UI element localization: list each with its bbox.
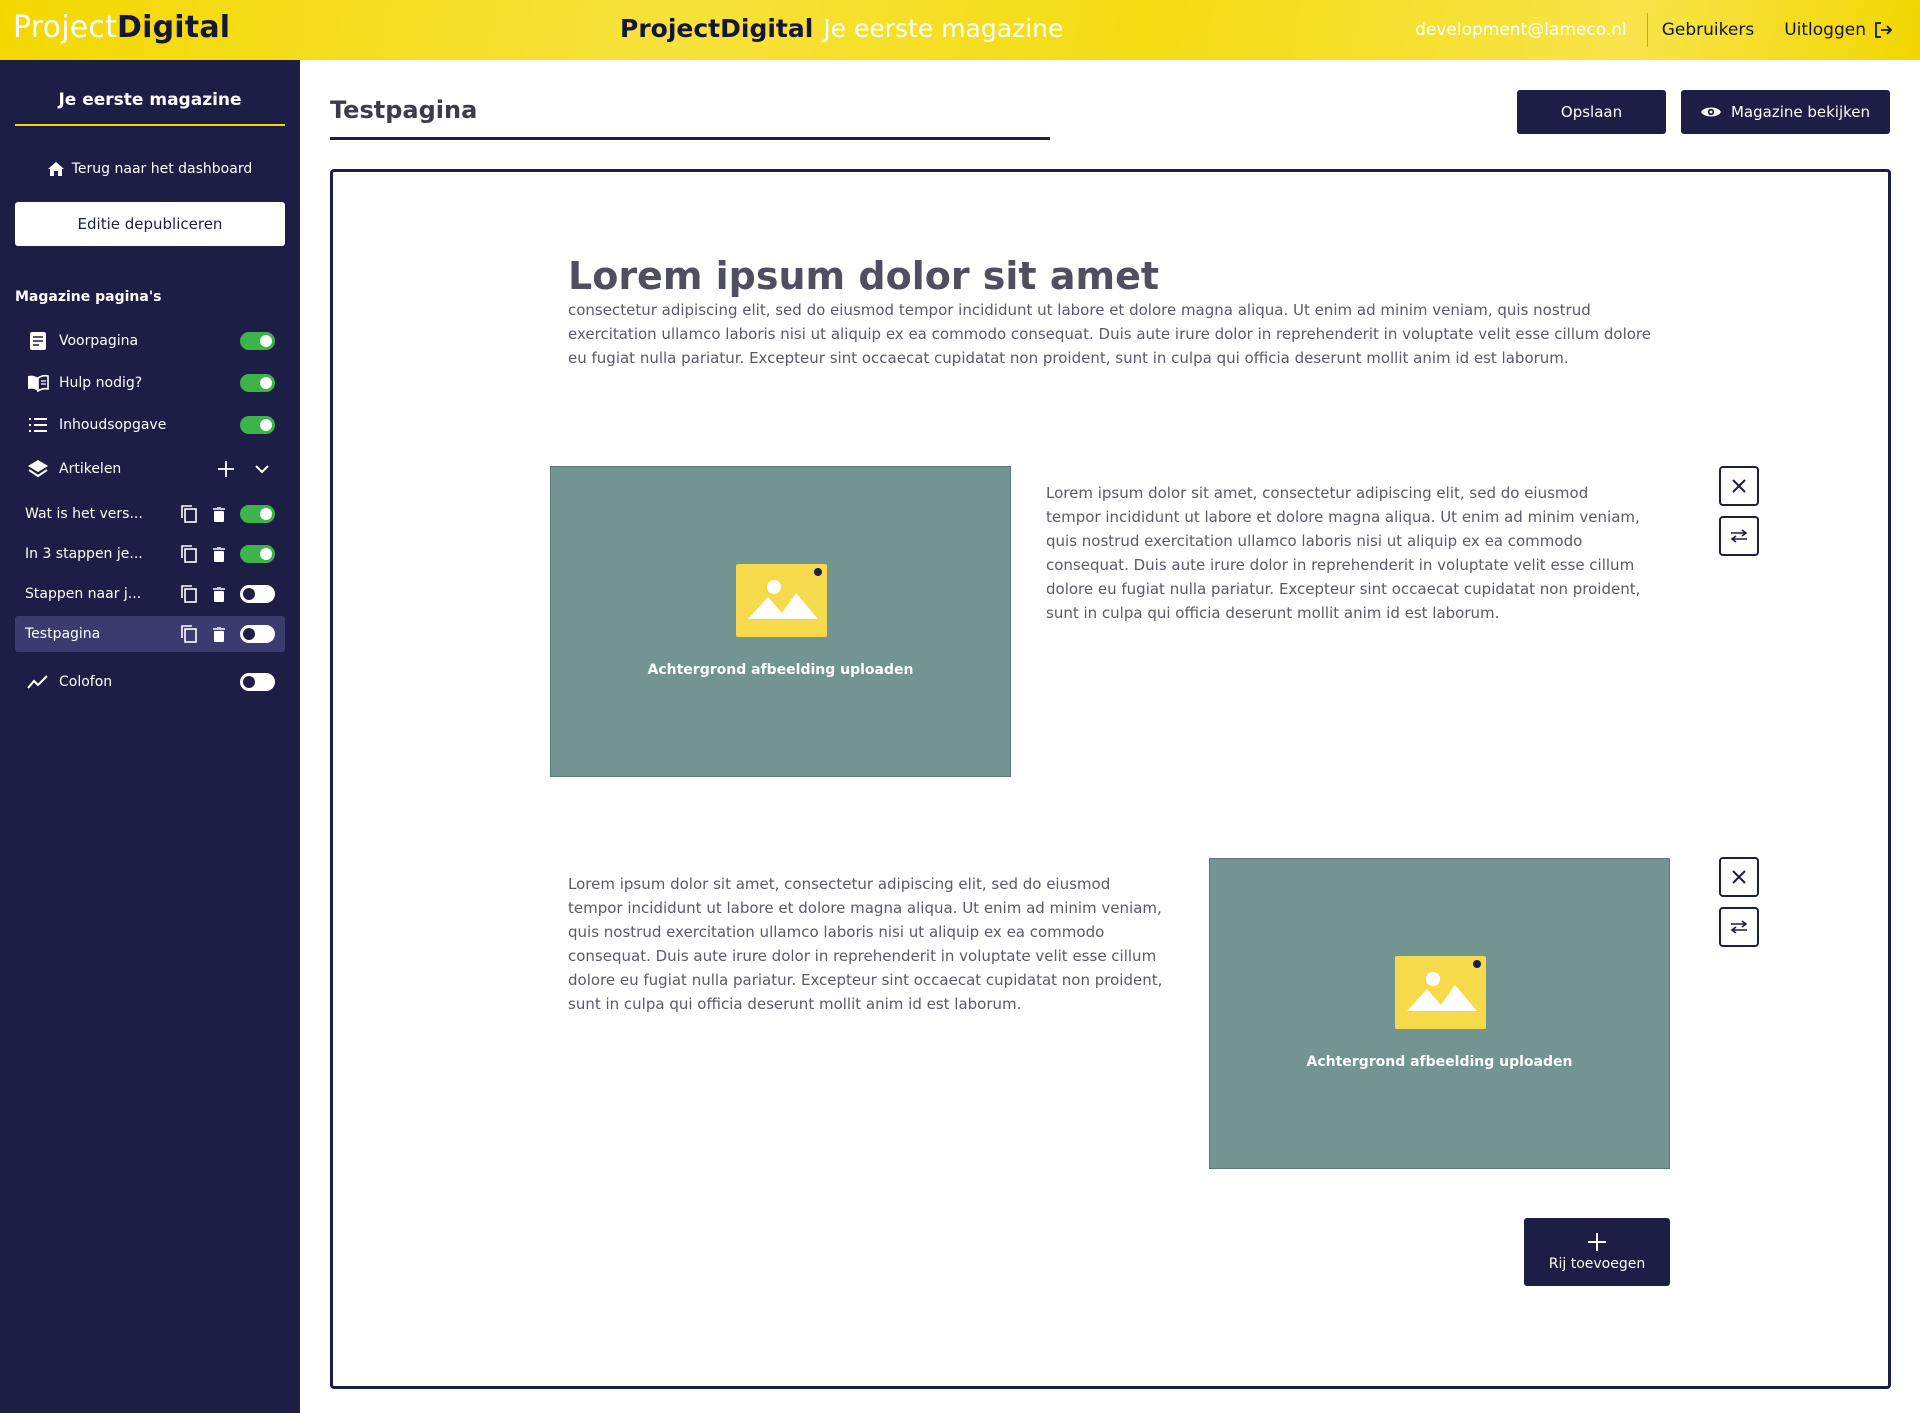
article-item[interactable]: Wat is het vers... bbox=[15, 496, 285, 532]
sidebar-item-voorpagina[interactable]: Voorpagina bbox=[15, 323, 285, 359]
upload-caption: Achtergrond afbeelding uploaden bbox=[647, 662, 914, 678]
article-item-active[interactable]: Testpagina bbox=[15, 616, 285, 652]
sidebar-item-colofon[interactable]: Colofon bbox=[15, 664, 285, 700]
trash-icon[interactable] bbox=[210, 544, 228, 564]
layers-icon bbox=[25, 459, 51, 479]
image-upload-block[interactable]: Achtergrond afbeelding uploaden bbox=[1209, 858, 1670, 1169]
brand-light: Project bbox=[13, 10, 118, 45]
row-text[interactable]: Lorem ipsum dolor sit amet, consectetur … bbox=[568, 872, 1168, 1016]
sidebar-item-label: Voorpagina bbox=[59, 333, 139, 349]
app-title-light: Je eerste magazine bbox=[823, 14, 1064, 43]
visibility-toggle[interactable] bbox=[240, 585, 275, 603]
app-title: ProjectDigital Je eerste magazine bbox=[620, 14, 1063, 43]
back-to-dashboard-link[interactable]: Terug naar het dashboard bbox=[15, 161, 285, 177]
sidebar-item-label: Artikelen bbox=[59, 461, 122, 477]
add-row-button[interactable]: Rij toevoegen bbox=[1524, 1218, 1670, 1286]
copy-icon[interactable] bbox=[180, 584, 198, 604]
logout-label: Uitloggen bbox=[1784, 20, 1866, 40]
content-intro[interactable]: consectetur adipiscing elit, sed do eius… bbox=[568, 298, 1668, 370]
visibility-toggle[interactable] bbox=[240, 416, 275, 434]
article-label: Stappen naar j... bbox=[25, 586, 142, 602]
sidebar-lower bbox=[0, 913, 300, 1413]
copy-icon[interactable] bbox=[180, 504, 198, 524]
sidebar-item-hulp[interactable]: Hulp nodig? bbox=[15, 365, 285, 401]
brand-bold: Digital bbox=[117, 10, 231, 45]
article-label: Wat is het vers... bbox=[25, 506, 143, 522]
visibility-toggle[interactable] bbox=[240, 505, 275, 523]
sidebar-item-label: Hulp nodig? bbox=[59, 375, 143, 391]
logout-icon bbox=[1875, 22, 1892, 38]
add-article-icon[interactable] bbox=[217, 459, 235, 479]
sidebar-item-label: Inhoudsopgave bbox=[59, 417, 167, 433]
app-logo[interactable]: ProjectDigital bbox=[13, 10, 230, 45]
sidebar-item-label: Colofon bbox=[59, 674, 113, 690]
remove-row-button[interactable] bbox=[1719, 857, 1759, 897]
visibility-toggle[interactable] bbox=[240, 374, 275, 392]
logout-link[interactable]: Uitloggen bbox=[1768, 20, 1920, 40]
unpublish-button[interactable]: Editie depubliceren bbox=[15, 202, 285, 246]
swap-row-button[interactable] bbox=[1719, 516, 1759, 556]
article-item[interactable]: In 3 stappen je... bbox=[15, 536, 285, 572]
image-upload-block[interactable]: Achtergrond afbeelding uploaden bbox=[550, 466, 1011, 777]
content-heading[interactable]: Lorem ipsum dolor sit amet bbox=[568, 254, 1159, 298]
users-link[interactable]: Gebruikers bbox=[1648, 13, 1768, 47]
page-title: Testpagina bbox=[330, 96, 478, 124]
copy-icon[interactable] bbox=[180, 624, 198, 644]
app-title-bold: ProjectDigital bbox=[620, 14, 814, 43]
close-icon bbox=[1732, 479, 1746, 493]
trash-icon[interactable] bbox=[210, 584, 228, 604]
visibility-toggle[interactable] bbox=[240, 545, 275, 563]
trash-icon[interactable] bbox=[210, 504, 228, 524]
remove-row-button[interactable] bbox=[1719, 466, 1759, 506]
article-item[interactable]: Stappen naar j... bbox=[15, 576, 285, 612]
image-icon bbox=[1395, 956, 1486, 1029]
visibility-toggle[interactable] bbox=[240, 332, 275, 350]
swap-row-button[interactable] bbox=[1719, 907, 1759, 947]
copy-icon[interactable] bbox=[180, 544, 198, 564]
swap-icon bbox=[1730, 920, 1748, 934]
add-row-label: Rij toevoegen bbox=[1548, 1256, 1646, 1272]
visibility-toggle[interactable] bbox=[240, 673, 275, 691]
user-email: development@lameco.nl bbox=[1415, 13, 1648, 47]
sidebar: Je eerste magazine Terug naar het dashbo… bbox=[0, 60, 300, 913]
eye-icon bbox=[1700, 107, 1721, 117]
image-icon bbox=[736, 564, 827, 637]
home-icon bbox=[47, 162, 64, 176]
sidebar-item-artikelen[interactable]: Artikelen bbox=[15, 451, 285, 487]
book-icon bbox=[25, 373, 51, 393]
chart-line-icon bbox=[25, 672, 51, 692]
top-bar: ProjectDigital ProjectDigital Je eerste m… bbox=[0, 0, 1920, 60]
top-nav: development@lameco.nl Gebruikers Uitlogg… bbox=[1415, 0, 1920, 60]
visibility-toggle[interactable] bbox=[240, 625, 275, 643]
view-magazine-button[interactable]: Magazine bekijken bbox=[1681, 90, 1890, 134]
page-title-underline bbox=[330, 137, 1050, 140]
chevron-down-icon[interactable] bbox=[253, 459, 271, 479]
save-button[interactable]: Opslaan bbox=[1517, 90, 1666, 134]
trash-icon[interactable] bbox=[210, 624, 228, 644]
article-label: Testpagina bbox=[25, 626, 101, 642]
upload-caption: Achtergrond afbeelding uploaden bbox=[1306, 1054, 1573, 1070]
pages-section-label: Magazine pagina's bbox=[15, 289, 162, 305]
article-label: In 3 stappen je... bbox=[25, 546, 143, 562]
back-label: Terug naar het dashboard bbox=[71, 161, 253, 177]
sidebar-item-inhoudsopgave[interactable]: Inhoudsopgave bbox=[15, 407, 285, 443]
save-label: Opslaan bbox=[1560, 103, 1623, 121]
view-label: Magazine bekijken bbox=[1730, 103, 1871, 121]
sidebar-title: Je eerste magazine bbox=[15, 90, 285, 126]
swap-icon bbox=[1730, 529, 1748, 543]
list-icon bbox=[25, 415, 51, 435]
row-text[interactable]: Lorem ipsum dolor sit amet, consectetur … bbox=[1046, 481, 1646, 625]
close-icon bbox=[1732, 870, 1746, 884]
document-icon bbox=[25, 331, 51, 351]
plus-icon bbox=[1588, 1233, 1606, 1251]
